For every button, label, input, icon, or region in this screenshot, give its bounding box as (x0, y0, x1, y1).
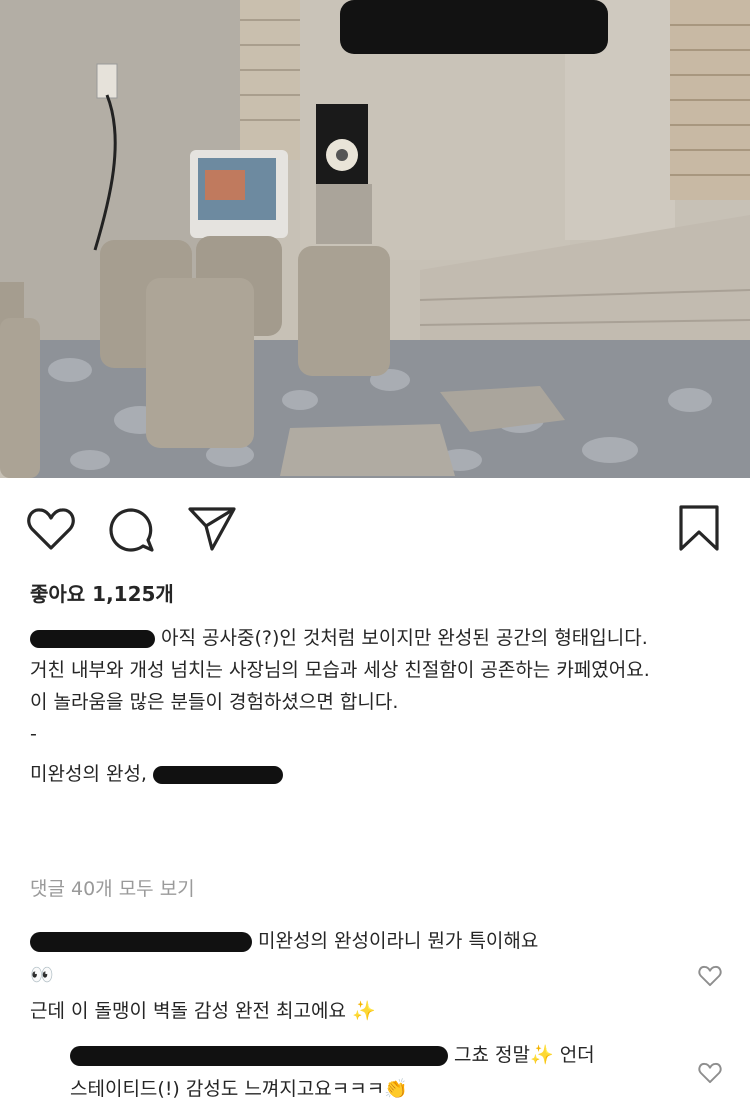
eyes-emoji: 👀 (30, 964, 54, 986)
post-caption: 아직 공사중(?)인 것처럼 보이지만 완성된 공간의 형태입니다. 거친 내부… (30, 622, 720, 790)
comment-text: 스테이티드(!) 감성도 느껴지고요ㅋㅋㅋ👏 (70, 1078, 408, 1100)
comment-text: 근데 이 돌맹이 벽돌 감성 완전 최고에요 ✨ (30, 1000, 376, 1022)
heart-icon[interactable] (698, 965, 722, 987)
reply-item: 그쵸 정말✨ 언더 스테이티드(!) 감성도 느껴지고요ㅋㅋㅋ👏 (70, 1038, 670, 1106)
view-all-comments-link[interactable]: 댓글 40개 모두 보기 (30, 874, 195, 901)
redacted-username (70, 1045, 448, 1066)
bookmark-icon[interactable] (678, 504, 720, 552)
comment-item: 근데 이 돌맹이 벽돌 감성 완전 최고에요 ✨ (30, 994, 670, 1028)
comment-text: 그쵸 정말✨ 언더 (454, 1044, 595, 1066)
likes-count[interactable]: 좋아요 1,125개 (30, 578, 174, 607)
heart-icon[interactable] (26, 506, 76, 552)
caption-line: 이 놀라움을 많은 분들이 경험하셨으면 합니다. (30, 691, 399, 713)
caption-line: 거친 내부와 개성 넘치는 사장님의 모습과 세상 친절함이 공존하는 카페였어… (30, 659, 650, 681)
caption-line: - (30, 723, 37, 745)
post-action-bar (0, 478, 750, 568)
cafe-photo-illustration (0, 0, 750, 478)
redacted-username (30, 931, 252, 952)
heart-icon[interactable] (698, 1062, 722, 1084)
comment-item: 미완성의 완성이라니 뭔가 특이해요 👀 (30, 924, 670, 992)
caption-line: 아직 공사중(?)인 것처럼 보이지만 완성된 공간의 형태입니다. (30, 622, 720, 654)
caption-line: 미완성의 완성, (30, 758, 720, 790)
comment-text: 미완성의 완성이라니 뭔가 특이해요 (258, 930, 539, 952)
redacted-text (153, 765, 284, 784)
send-icon[interactable] (186, 504, 238, 552)
redacted-username (30, 629, 155, 648)
comment-icon[interactable] (107, 506, 155, 554)
post-photo[interactable] (0, 0, 750, 478)
